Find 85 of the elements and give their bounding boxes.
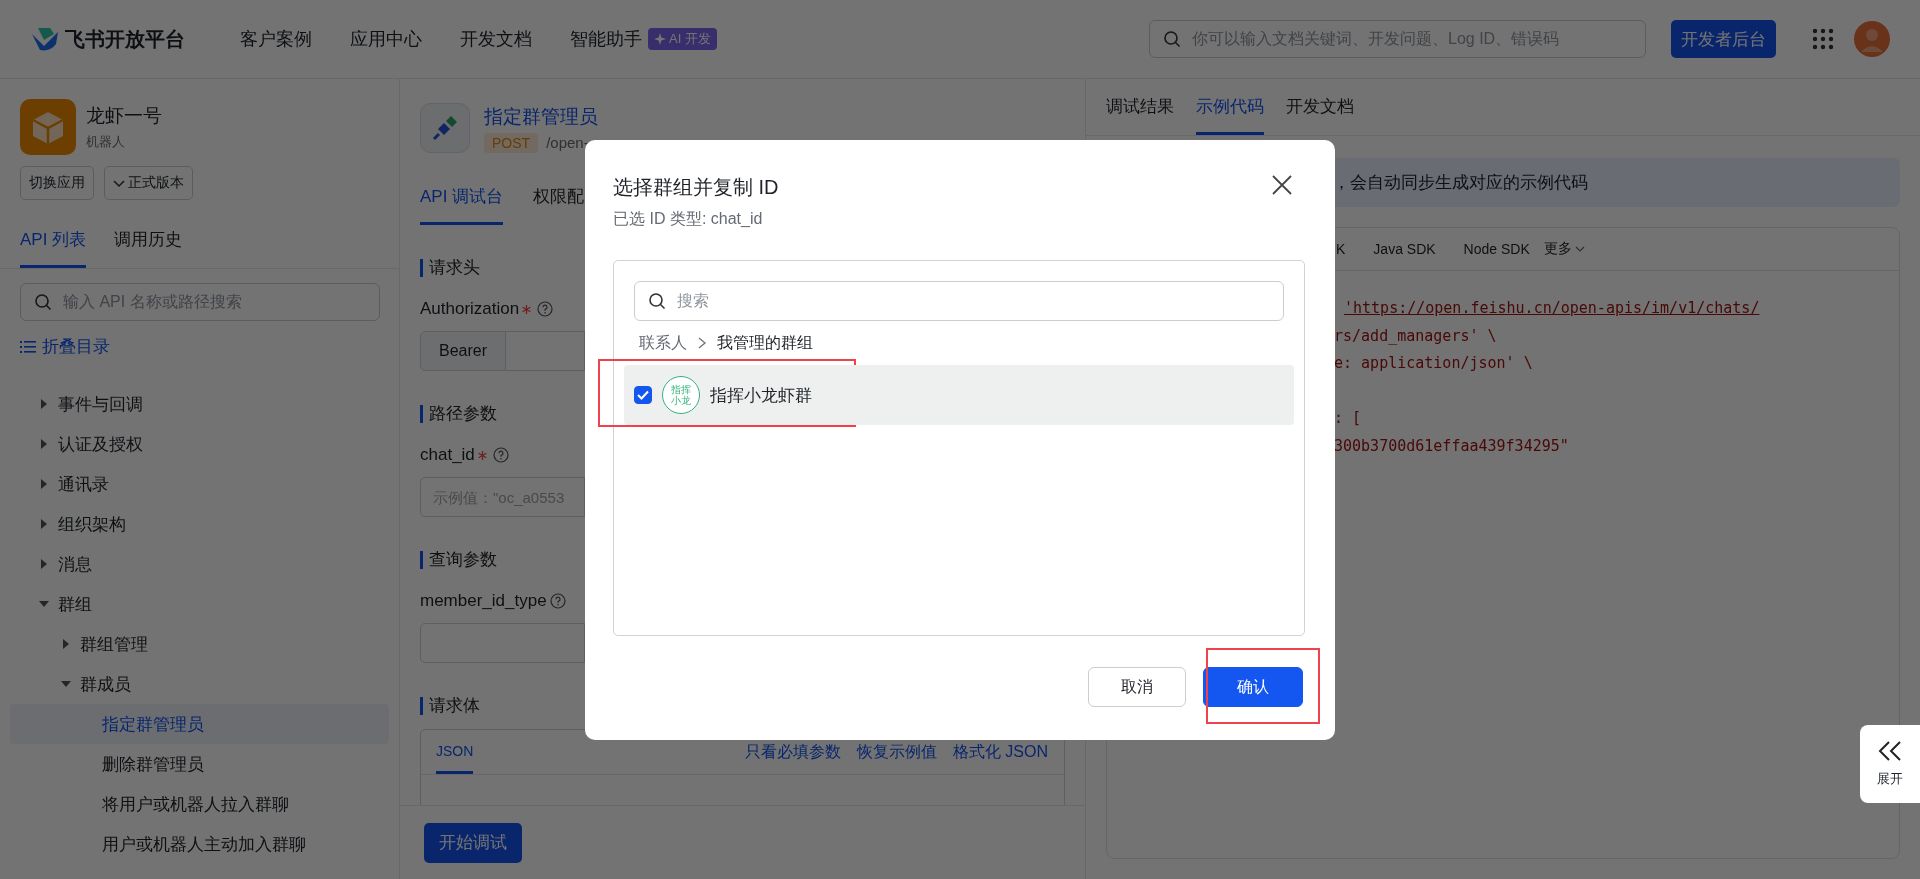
list-icon	[20, 339, 36, 354]
tree-item[interactable]: 将用户或机器人拉入群聊	[10, 784, 389, 824]
code-link[interactable]: 'https://open.feishu.cn/open-apis/im/v1/chats/	[1334, 295, 1899, 323]
tab[interactable]: Node SDK	[1463, 241, 1530, 257]
tree-item[interactable]: 用户或机器人主动加入群聊	[10, 824, 389, 864]
tab[interactable]: 调试结果	[1106, 89, 1174, 135]
code-line: : [	[1334, 408, 1363, 429]
nav-link[interactable]: 客户案例	[240, 27, 312, 51]
tree-item[interactable]: 指定群管理员	[10, 704, 389, 744]
link[interactable]: 只看必填参数	[744, 741, 841, 763]
help-icon	[492, 447, 509, 463]
double-chevron-left-icon	[1877, 740, 1903, 762]
tab[interactable]: 示例代码	[1196, 89, 1264, 135]
logo-icon	[30, 26, 60, 52]
code-line: rs/add_managers' \	[1334, 325, 1498, 347]
tree-item[interactable]: 消息	[10, 544, 389, 584]
nav-link[interactable]: 开发文档	[460, 27, 532, 51]
chevron-down-icon	[113, 177, 125, 189]
tab[interactable]: API 列表	[20, 222, 87, 268]
nav-link[interactable]: 应用中心	[350, 27, 422, 51]
tree-item[interactable]: 认证及授权	[10, 424, 389, 464]
ai-badge: AI 开发	[648, 28, 717, 50]
collapse-link[interactable]: 折叠目录	[20, 335, 110, 358]
checkbox[interactable]	[634, 386, 652, 404]
tab[interactable]: JSON	[436, 730, 474, 774]
run-button[interactable]: 开始调试	[424, 822, 522, 863]
sparkle-icon	[654, 33, 666, 45]
tab[interactable]: 权限配	[533, 179, 585, 225]
param-name: chat_id	[420, 445, 475, 465]
code-line: 300b3700d61effaa439f34295"	[1334, 435, 1570, 457]
logo-text[interactable]: 飞书开放平台	[65, 25, 185, 53]
breadcrumb-item[interactable]: 联系人	[639, 332, 687, 354]
search-icon	[34, 293, 52, 311]
notice-text: ，会自动同步生成对应的示例代码	[1333, 172, 1588, 194]
input-field[interactable]	[506, 331, 585, 371]
app-name: 龙虾一号	[86, 104, 162, 128]
dialog-title: 选择群组并复制 ID	[613, 175, 779, 200]
plug-icon	[420, 103, 470, 153]
api-title: 指定群管理员	[484, 104, 598, 129]
tab[interactable]: 调用历史	[114, 222, 183, 268]
group-avatar: 指挥小龙	[662, 376, 700, 414]
tree-item[interactable]: 删除群管理员	[10, 744, 389, 784]
input-field[interactable]	[420, 623, 585, 663]
tree-item[interactable]: 通讯录	[10, 464, 389, 504]
app-type: 机器人	[86, 133, 126, 151]
switch-app-button[interactable]: 切换应用	[20, 166, 94, 200]
link[interactable]: 格式化 JSON	[952, 741, 1048, 763]
chevron-down-icon	[1574, 244, 1585, 254]
param-name: member_id_type	[420, 591, 547, 611]
confirm-button[interactable]: 确认	[1203, 667, 1303, 707]
tab[interactable]: API 调试台	[420, 179, 504, 225]
tab[interactable]: 开发文档	[1286, 89, 1354, 135]
search-field[interactable]: 搜索	[634, 281, 1284, 321]
console-button[interactable]: 开发者后台	[1671, 20, 1776, 58]
tree-item[interactable]: 群成员	[10, 664, 389, 704]
version-dropdown[interactable]: 正式版本	[104, 166, 193, 200]
search-icon	[648, 292, 666, 310]
tree-item[interactable]: 群组	[10, 584, 389, 624]
apps-menu-icon[interactable]	[1812, 28, 1834, 50]
help-icon	[537, 301, 554, 317]
link[interactable]: 恢复示例值	[856, 741, 937, 763]
more-dropdown[interactable]: 更多	[1543, 240, 1585, 258]
cancel-button[interactable]: 取消	[1088, 667, 1186, 707]
breadcrumb-item[interactable]: 我管理的群组	[717, 332, 813, 354]
help-icon	[549, 593, 566, 609]
close-icon[interactable]	[1271, 174, 1293, 196]
group-name: 指挥小龙虾群	[710, 384, 812, 407]
nav-link[interactable]: 智能助手	[570, 27, 642, 51]
tab[interactable]: Java SDK	[1373, 241, 1436, 257]
dialog-subtitle: 已选 ID 类型: chat_id	[613, 209, 764, 229]
group-item[interactable]: 指挥小龙 指挥小龙虾群	[624, 365, 1294, 425]
api-path: /open-	[546, 134, 589, 151]
tab[interactable]: K	[1336, 241, 1346, 257]
expand-button[interactable]: 展开	[1860, 725, 1920, 803]
avatar[interactable]	[1854, 21, 1890, 57]
tree-item[interactable]: 群组管理	[10, 624, 389, 664]
param-name: Authorization	[420, 299, 520, 319]
tree-item[interactable]: 组织架构	[10, 504, 389, 544]
search-icon	[1163, 30, 1181, 48]
method-tag: POST	[484, 132, 539, 153]
chevron-right-icon	[697, 336, 707, 350]
tree-item[interactable]: 事件与回调	[10, 384, 389, 424]
code-line: e: application/json' \	[1334, 353, 1534, 374]
cube-icon	[20, 99, 76, 155]
prefix-label: Bearer	[420, 331, 506, 371]
